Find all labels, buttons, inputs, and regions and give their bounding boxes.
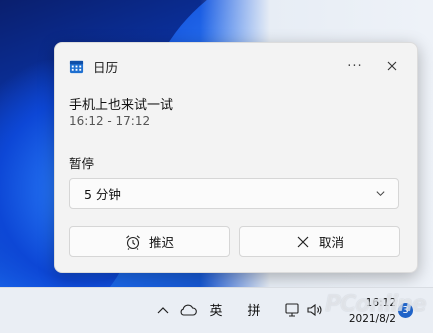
onedrive-tray-button[interactable] [178,302,198,318]
calendar-icon [69,60,84,73]
close-icon [387,61,397,71]
x-icon [297,236,309,247]
notification-header: 日历 ··· [69,57,403,75]
more-options-button[interactable]: ··· [343,55,367,77]
app-name: 日历 [93,59,119,75]
event-time: 16:12 - 17:12 [69,114,151,128]
snooze-duration-value: 5 分钟 [84,187,121,202]
volume-icon [307,303,322,317]
dismiss-button-label: 取消 [318,235,344,250]
snooze-button[interactable]: 推迟 [69,226,230,257]
ime-english-toggle[interactable]: 英 [206,300,226,319]
calendar-notification: 日历 ··· 手机上也来试一试 16:12 - 17:12 暂停 5 分钟 推迟 [54,42,418,273]
volume-tray-button[interactable] [306,302,324,318]
network-icon [285,303,299,317]
cloud-icon [180,304,197,316]
chevron-up-icon [157,307,169,314]
pconline-watermark: PConline [325,292,427,317]
header-actions: ··· [343,55,403,77]
alarm-clock-icon [126,234,140,250]
ime-pinyin-toggle[interactable]: 拼 [244,300,264,319]
close-button[interactable] [381,55,403,77]
dismiss-button[interactable]: 取消 [239,226,400,257]
chevron-down-icon [376,191,385,197]
event-title: 手机上也来试一试 [69,98,174,113]
network-tray-button[interactable] [283,301,301,319]
show-hidden-icons-button[interactable] [156,304,170,316]
snooze-duration-select[interactable]: 5 分钟 [69,178,399,209]
snooze-label: 暂停 [69,156,95,171]
snooze-button-label: 推迟 [148,235,174,250]
more-icon: ··· [347,58,363,74]
